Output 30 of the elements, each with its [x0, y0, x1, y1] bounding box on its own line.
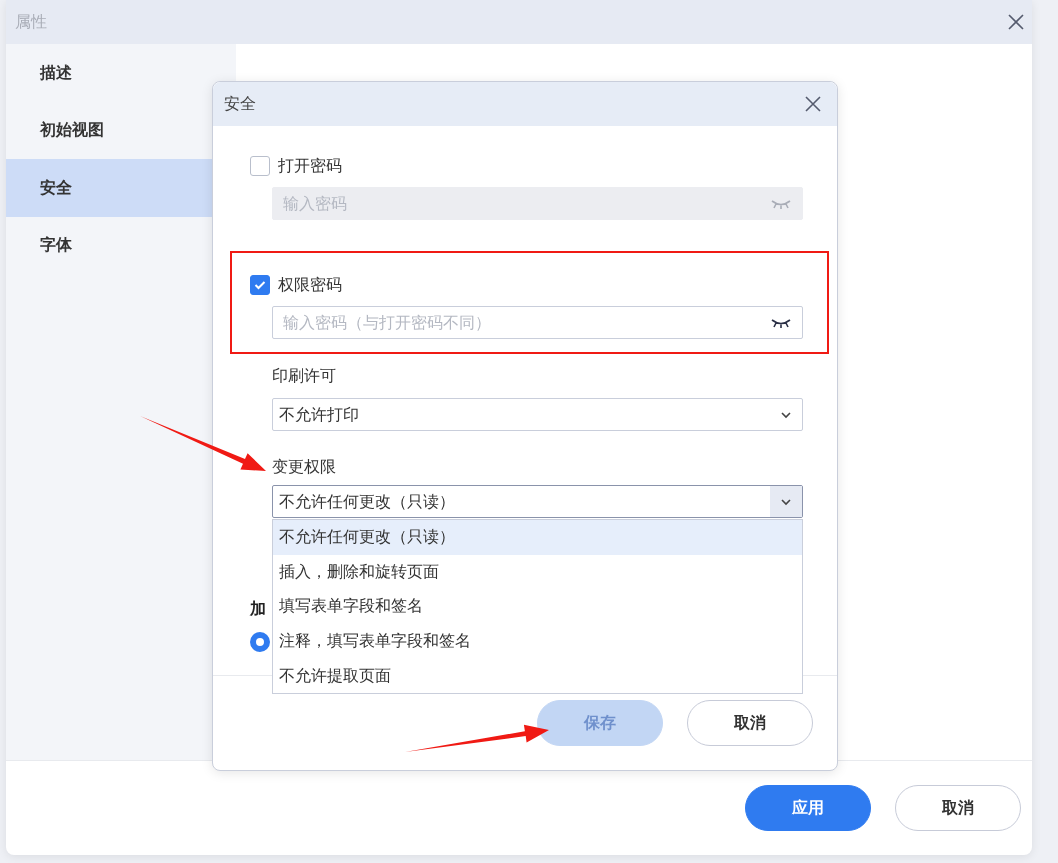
selected-value: 不允许打印 [279, 403, 359, 426]
dialog-title: 安全 [224, 93, 256, 115]
close-icon[interactable] [803, 94, 823, 114]
chevron-down-icon [780, 410, 792, 419]
field-label: 印刷许可 [272, 366, 337, 386]
field-label: 变更权限 [272, 457, 337, 477]
close-icon[interactable] [1006, 12, 1026, 32]
group-label: 加 [250, 599, 266, 619]
check-icon [254, 280, 266, 290]
checkbox-label: 打开密码 [278, 155, 342, 177]
checkbox[interactable] [250, 156, 270, 176]
cancel-button[interactable]: 取消 [895, 785, 1021, 831]
eye-closed-icon[interactable] [770, 316, 792, 329]
chevron-down-icon [780, 497, 792, 506]
radio-button[interactable] [250, 632, 270, 652]
password-input[interactable]: 输入密码（与打开密码不同） [281, 309, 770, 336]
password-field[interactable]: 输入密码（与打开密码不同） [272, 306, 803, 339]
cancel-button[interactable]: 取消 [687, 700, 813, 746]
apply-button[interactable]: 应用 [745, 785, 871, 831]
dropdown-option[interactable]: 填写表单字段和签名 [273, 589, 802, 624]
checkbox[interactable] [250, 275, 270, 295]
dropdown-select[interactable]: 不允许打印 [272, 398, 803, 431]
dropdown-option[interactable]: 插入，删除和旋转页面 [273, 554, 802, 590]
dropdown-option[interactable]: 不允许提取页面 [273, 658, 802, 693]
selected-value: 不允许任何更改（只读） [279, 490, 455, 513]
dropdown-select[interactable]: 不允许任何更改（只读） [272, 485, 803, 518]
checkbox-label: 权限密码 [278, 274, 342, 296]
dropdown-option[interactable]: 注释，填写表单字段和签名 [273, 623, 802, 659]
dropdown-option[interactable]: 不允许任何更改（只读） [273, 520, 802, 555]
window-title: 属性 [15, 11, 47, 33]
